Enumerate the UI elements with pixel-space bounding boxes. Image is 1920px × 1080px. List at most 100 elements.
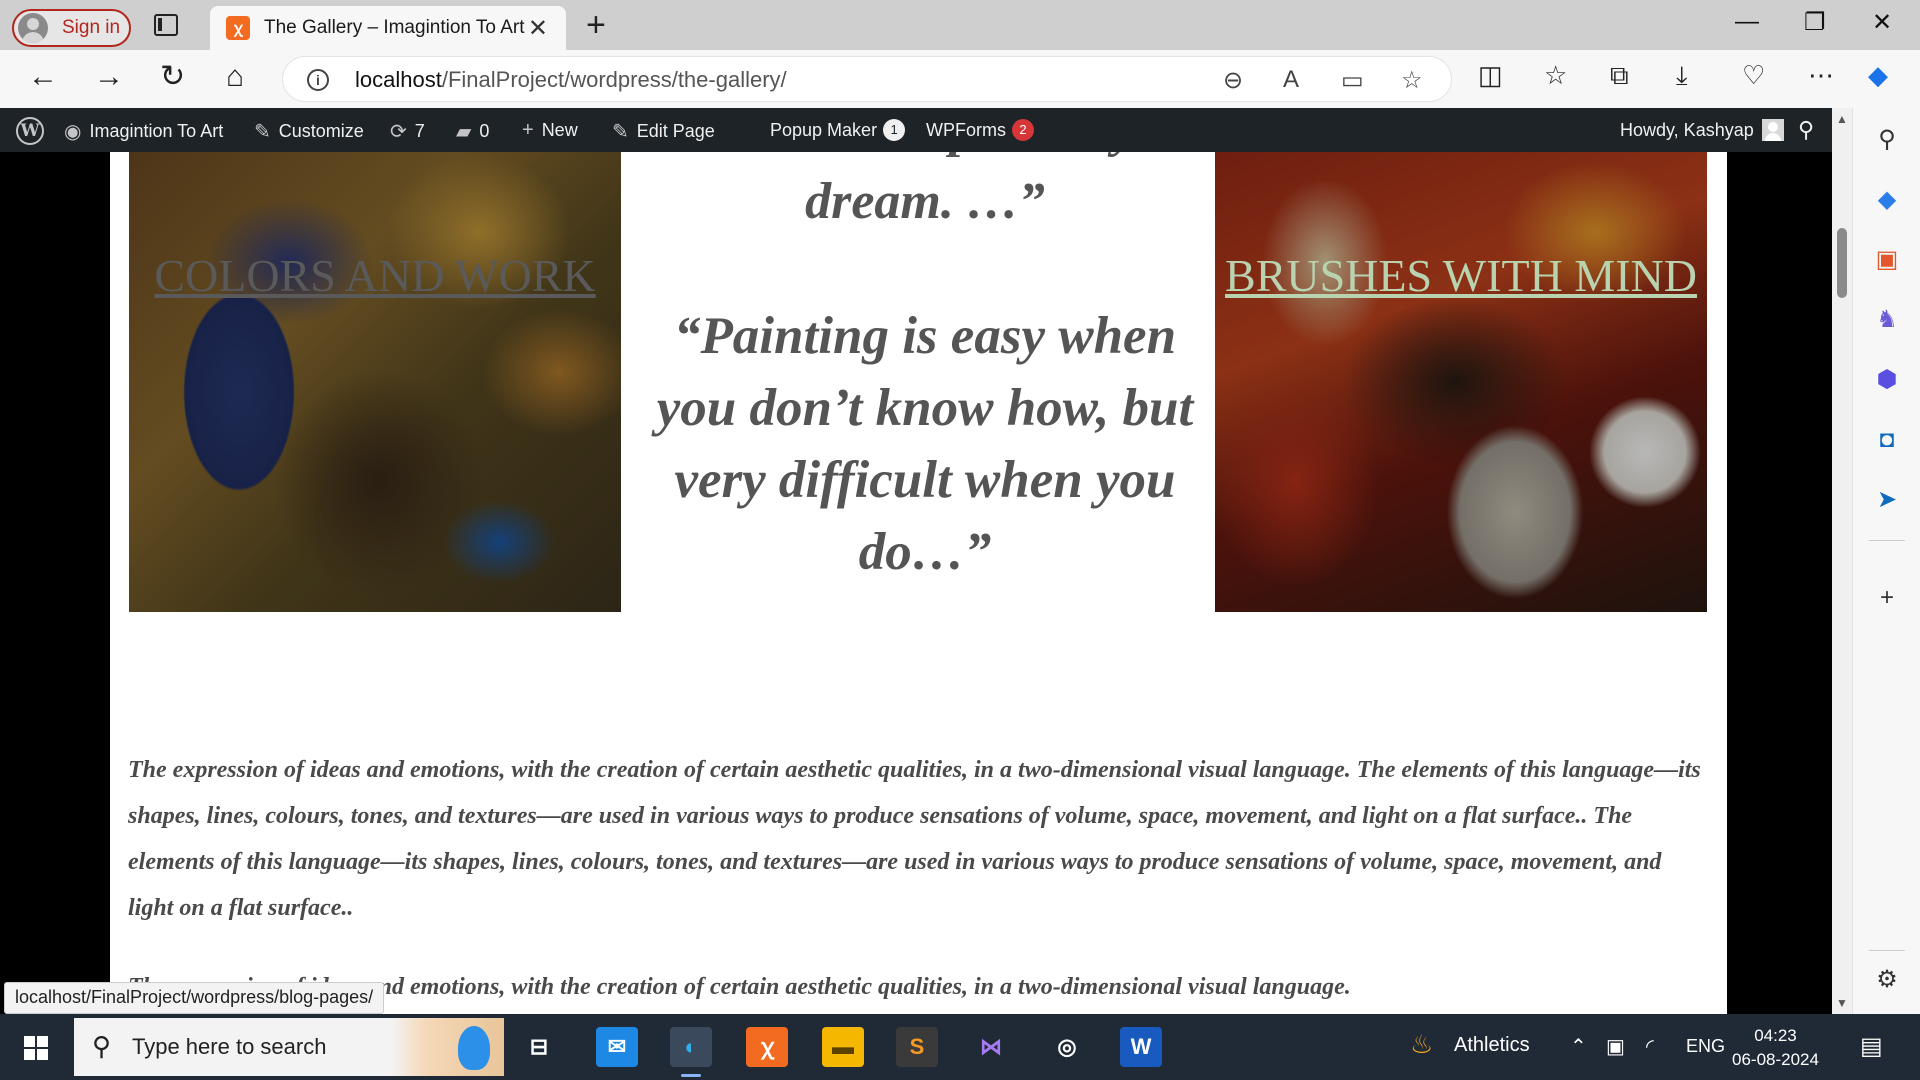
user-avatar bbox=[1761, 119, 1784, 141]
xampp-app-icon[interactable]: ꭓ bbox=[746, 1027, 788, 1067]
zoom-out-icon[interactable]: ⊖ bbox=[1223, 66, 1243, 95]
address-bar[interactable]: i localhost/FinalProject/wordpress/the-g… bbox=[282, 56, 1452, 102]
search-highlight-illustration bbox=[392, 1018, 504, 1076]
customize-label: Customize bbox=[278, 121, 364, 141]
scroll-up-arrow-icon[interactable]: ▲ bbox=[1836, 112, 1848, 126]
dashboard-icon: ◉ bbox=[64, 121, 82, 143]
updates-icon: ⟳ bbox=[390, 121, 407, 143]
site-name-label: Imagintion To Art bbox=[89, 121, 224, 141]
taskbar-search-box[interactable]: ⚲ Type here to search bbox=[74, 1018, 504, 1076]
quote-top-fragment: and then I paint my dream. …” bbox=[645, 152, 1205, 238]
sidebar-divider bbox=[1869, 950, 1905, 951]
sidebar-settings-icon[interactable]: ⚙ bbox=[1873, 966, 1901, 994]
site-info-icon[interactable]: i bbox=[307, 69, 329, 91]
pencil-icon: ✎ bbox=[612, 121, 629, 143]
wordpress-logo-icon[interactable]: W bbox=[16, 117, 44, 145]
add-sidebar-app-icon[interactable]: + bbox=[1873, 584, 1901, 612]
favorite-star-icon[interactable]: ☆ bbox=[1401, 66, 1423, 95]
new-tab-icon[interactable]: + bbox=[586, 6, 606, 45]
gallery-image-right[interactable]: BRUSHES WITH MIND bbox=[1215, 152, 1707, 612]
restore-icon[interactable]: ❐ bbox=[1804, 8, 1826, 37]
wpforms-menu[interactable]: WPForms 2 bbox=[926, 119, 1034, 141]
read-aloud-icon[interactable]: A bbox=[1283, 66, 1299, 94]
brush-icon: ✎ bbox=[254, 121, 271, 143]
new-content-menu[interactable]: + New bbox=[522, 119, 578, 142]
wifi-icon[interactable]: ◜ bbox=[1646, 1034, 1654, 1059]
wpforms-label: WPForms bbox=[926, 119, 1006, 140]
file-explorer-icon[interactable]: ▬ bbox=[822, 1027, 864, 1067]
image-overlay bbox=[1215, 152, 1707, 612]
quote-top-end: dream. …” bbox=[805, 173, 1045, 230]
popup-maker-menu[interactable]: Popup Maker 1 bbox=[770, 119, 906, 141]
link-status-bubble: localhost/FinalProject/wordpress/blog-pa… bbox=[4, 982, 385, 1014]
edit-page-menu[interactable]: ✎ Edit Page bbox=[612, 119, 715, 144]
colors-and-work-link[interactable]: COLORS AND WORK bbox=[129, 232, 621, 320]
mail-app-icon[interactable]: ✉ bbox=[596, 1027, 638, 1067]
howdy-label: Howdy, Kashyap bbox=[1620, 119, 1754, 140]
gallery-image-left[interactable]: COLORS AND WORK bbox=[129, 152, 621, 612]
search-icon: ⚲ bbox=[92, 1031, 112, 1061]
browser-essentials-icon[interactable]: ♡ bbox=[1742, 62, 1765, 88]
site-name-menu[interactable]: ◉ Imagintion To Art bbox=[64, 119, 223, 144]
page-content: COLORS AND WORK and then I paint my drea… bbox=[110, 152, 1727, 1014]
wp-admin-bar: W ◉ Imagintion To Art ✎ Customize ⟳ 7 ▰ … bbox=[0, 108, 1832, 152]
task-view-icon[interactable]: ⊟ bbox=[518, 1027, 560, 1067]
scroll-down-arrow-icon[interactable]: ▼ bbox=[1836, 996, 1848, 1010]
weather-torch-icon[interactable]: ♨ bbox=[1410, 1029, 1433, 1060]
word-app-icon[interactable]: W bbox=[1120, 1027, 1162, 1067]
updates-menu[interactable]: ⟳ 7 bbox=[390, 119, 425, 144]
tab-the-gallery[interactable]: ꭓ The Gallery – Imagintion To Art ✕ bbox=[210, 6, 566, 50]
clock-date: 06-08-2024 bbox=[1732, 1050, 1819, 1069]
split-screen-icon[interactable]: ◫ bbox=[1478, 62, 1503, 88]
show-hidden-icons-chevron-icon[interactable]: ⌃ bbox=[1570, 1034, 1587, 1059]
weather-label[interactable]: Athletics bbox=[1454, 1034, 1530, 1057]
outlook-icon[interactable]: ◘ bbox=[1873, 426, 1901, 454]
windows-start-icon[interactable] bbox=[24, 1036, 48, 1060]
clock-time: 04:23 bbox=[1754, 1026, 1797, 1045]
comment-icon: ▰ bbox=[456, 121, 472, 143]
sign-in-button[interactable]: Sign in bbox=[12, 9, 131, 47]
notifications-icon[interactable]: ▤ bbox=[1860, 1032, 1883, 1061]
updates-count: 7 bbox=[414, 121, 425, 141]
brushes-with-mind-link[interactable]: BRUSHES WITH MIND bbox=[1215, 232, 1707, 320]
customize-menu[interactable]: ✎ Customize bbox=[254, 119, 364, 144]
language-indicator[interactable]: ENG bbox=[1686, 1036, 1725, 1057]
tab-actions-icon[interactable] bbox=[154, 14, 178, 36]
quote-top-cut-line: and then I paint my bbox=[645, 152, 1205, 166]
downloads-icon[interactable]: ⤓ bbox=[1676, 62, 1688, 88]
close-tab-icon[interactable]: ✕ bbox=[528, 14, 548, 43]
tools-briefcase-icon[interactable]: ▣ bbox=[1873, 246, 1901, 274]
games-icon[interactable]: ♞ bbox=[1873, 306, 1901, 334]
scrollbar-thumb[interactable] bbox=[1837, 228, 1847, 298]
edge-app-icon[interactable]: ◐ bbox=[670, 1027, 712, 1077]
immersive-reader-icon[interactable]: ▭ bbox=[1341, 66, 1364, 95]
forward-icon[interactable]: → bbox=[94, 62, 124, 92]
taskbar-clock[interactable]: 04:23 06-08-2024 bbox=[1732, 1024, 1819, 1072]
browser-toolbar: ← → ↻ ⌂ i localhost/FinalProject/wordpre… bbox=[0, 50, 1920, 108]
url-text[interactable]: localhost/FinalProject/wordpress/the-gal… bbox=[355, 67, 787, 93]
search-icon[interactable]: ⚲ bbox=[1798, 117, 1814, 143]
sublime-text-icon[interactable]: S bbox=[896, 1027, 938, 1067]
home-icon[interactable]: ⌂ bbox=[226, 62, 244, 92]
shopping-tag-icon[interactable]: ◆ bbox=[1873, 186, 1901, 214]
plus-icon: + bbox=[522, 119, 534, 141]
device-icon[interactable]: ▣ bbox=[1606, 1034, 1625, 1059]
collections-icon[interactable]: ⧉ bbox=[1610, 62, 1629, 88]
comments-menu[interactable]: ▰ 0 bbox=[456, 119, 489, 144]
page-scrollbar[interactable]: ▲ ▼ bbox=[1832, 108, 1852, 1014]
copilot-icon[interactable]: ◆ bbox=[1868, 62, 1888, 88]
minimize-icon[interactable]: — bbox=[1735, 8, 1759, 36]
wpforms-badge: 2 bbox=[1012, 119, 1034, 141]
copilot-sidebar-icon[interactable]: ⬢ bbox=[1873, 366, 1901, 394]
chrome-app-icon[interactable]: ◎ bbox=[1046, 1027, 1088, 1067]
account-menu[interactable]: Howdy, Kashyap bbox=[1620, 119, 1784, 141]
refresh-icon[interactable]: ↻ bbox=[160, 62, 185, 92]
visual-studio-icon[interactable]: ⋈ bbox=[970, 1027, 1012, 1067]
send-icon[interactable]: ➤ bbox=[1873, 486, 1901, 514]
close-window-icon[interactable]: ✕ bbox=[1872, 8, 1892, 37]
back-icon[interactable]: ← bbox=[28, 62, 58, 92]
comments-count: 0 bbox=[479, 121, 490, 141]
more-options-icon[interactable]: ⋯ bbox=[1808, 62, 1834, 88]
favorites-icon[interactable]: ☆ bbox=[1544, 62, 1567, 88]
sidebar-search-icon[interactable]: ⚲ bbox=[1873, 126, 1901, 154]
